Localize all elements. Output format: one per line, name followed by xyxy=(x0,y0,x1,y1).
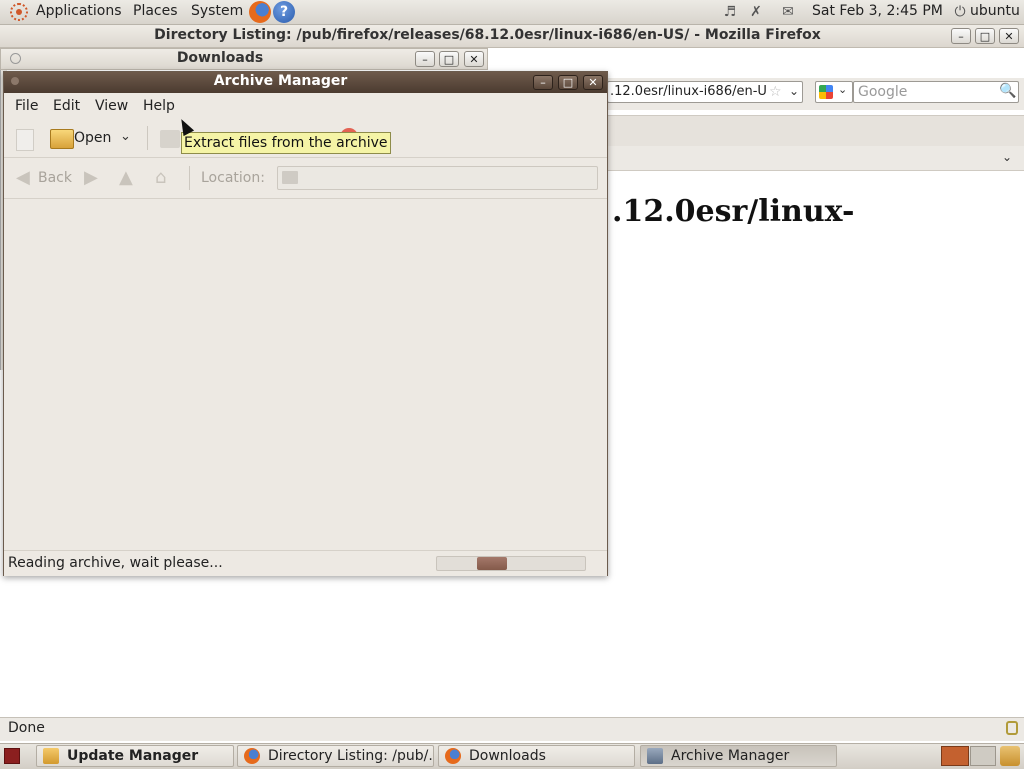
progress-bar xyxy=(436,556,586,571)
am-status-text: Reading archive, wait please... xyxy=(8,555,223,571)
back-arrow-icon[interactable]: ◀ xyxy=(16,168,30,188)
archive-manager-icon xyxy=(647,748,663,764)
chevron-down-icon: ⌄ xyxy=(838,83,848,96)
archive-manager-title: Archive Manager xyxy=(213,73,348,89)
firefox-minimize-button[interactable]: – xyxy=(951,28,971,44)
help-icon[interactable]: ? xyxy=(273,1,295,23)
open-recent-chevron-down-icon[interactable]: ⌄ xyxy=(120,129,131,144)
firefox-tab-strip xyxy=(605,146,1024,171)
trash-icon[interactable] xyxy=(1000,746,1020,766)
workspace-switcher-1[interactable] xyxy=(941,746,969,766)
home-icon[interactable]: ⌂ xyxy=(155,168,166,188)
places-menu[interactable]: Places xyxy=(133,3,178,19)
toolbar-separator xyxy=(147,126,148,150)
ubuntu-logo-icon[interactable] xyxy=(10,3,28,21)
url-history-dropdown-icon[interactable]: ⌄ xyxy=(789,84,799,98)
network-icon[interactable]: ✗ xyxy=(748,4,764,20)
volume-icon[interactable]: ♬ xyxy=(722,4,738,20)
clock[interactable]: Sat Feb 3, 2:45 PM xyxy=(812,3,943,19)
bookmark-star-icon[interactable]: ☆ xyxy=(769,84,782,100)
task-downloads[interactable]: Downloads xyxy=(438,745,635,767)
applications-menu[interactable]: Applications xyxy=(36,3,122,19)
open-button[interactable]: Open xyxy=(74,130,111,146)
security-lock-icon[interactable] xyxy=(1006,721,1018,735)
extract-tooltip: Extract files from the archive xyxy=(181,132,391,154)
task-label: Directory Listing: /pub/... xyxy=(268,748,434,764)
task-label: Update Manager xyxy=(67,748,199,764)
power-icon[interactable]: ⏻ xyxy=(952,4,968,20)
downloads-maximize-button[interactable]: □ xyxy=(439,51,459,67)
am-close-button[interactable]: ✕ xyxy=(583,75,603,90)
page-heading: .12.0esr/linux- xyxy=(612,194,855,229)
task-update-manager[interactable]: Update Manager xyxy=(36,745,234,767)
forward-arrow-icon[interactable]: ▶ xyxy=(84,168,98,188)
firefox-close-button[interactable]: ✕ xyxy=(999,28,1019,44)
search-icon[interactable]: 🔍 xyxy=(999,83,1016,99)
folder-icon xyxy=(282,171,298,184)
am-maximize-button[interactable]: □ xyxy=(558,75,578,90)
user-menu[interactable]: ubuntu xyxy=(970,3,1020,19)
firefox-search-input[interactable]: Google xyxy=(853,81,1019,103)
downloads-window-title: Downloads xyxy=(176,50,264,66)
progress-pulse xyxy=(477,557,507,570)
firefox-icon xyxy=(244,748,260,764)
location-input[interactable] xyxy=(277,166,598,190)
firefox-statusbar xyxy=(0,717,1024,741)
menu-file[interactable]: File xyxy=(15,98,38,114)
task-firefox[interactable]: Directory Listing: /pub/... xyxy=(237,745,434,767)
firefox-status-text: Done xyxy=(8,720,45,736)
show-desktop-icon[interactable] xyxy=(4,748,20,764)
system-menu[interactable]: System xyxy=(191,3,243,19)
task-archive-manager[interactable]: Archive Manager xyxy=(640,745,837,767)
mail-icon[interactable]: ✉ xyxy=(780,4,796,20)
firefox-bookmarks-toolbar xyxy=(605,115,1024,146)
update-manager-icon xyxy=(43,748,59,764)
workspace-switcher-2[interactable] xyxy=(970,746,996,766)
am-minimize-button[interactable]: – xyxy=(533,75,553,90)
downloads-minimize-button[interactable]: – xyxy=(415,51,435,67)
firefox-launcher-icon[interactable] xyxy=(249,1,271,23)
extract-icon[interactable] xyxy=(160,130,180,148)
nav-separator xyxy=(189,166,190,190)
firefox-icon xyxy=(445,748,461,764)
location-label: Location: xyxy=(201,170,265,186)
task-label: Downloads xyxy=(469,748,546,764)
firefox-window-title: Directory Listing: /pub/firefox/releases… xyxy=(154,27,821,43)
up-arrow-icon[interactable]: ▲ xyxy=(119,168,133,188)
menu-help[interactable]: Help xyxy=(143,98,175,114)
top-panel: Applications Places System ? ♬ ✗ ✉ Sat F… xyxy=(0,0,1024,25)
search-engine-selector[interactable]: ⌄ xyxy=(815,81,853,103)
google-icon xyxy=(819,85,833,99)
archive-file-list[interactable] xyxy=(4,199,607,549)
back-button[interactable]: Back xyxy=(38,170,72,186)
menu-edit[interactable]: Edit xyxy=(53,98,80,114)
task-label: Archive Manager xyxy=(671,748,790,764)
folder-open-icon[interactable] xyxy=(50,129,74,149)
list-all-tabs-icon[interactable]: ⌄ xyxy=(1002,150,1012,164)
menu-view[interactable]: View xyxy=(95,98,128,114)
firefox-maximize-button[interactable]: □ xyxy=(975,28,995,44)
downloads-close-button[interactable]: ✕ xyxy=(464,51,484,67)
new-archive-icon[interactable] xyxy=(16,129,34,151)
